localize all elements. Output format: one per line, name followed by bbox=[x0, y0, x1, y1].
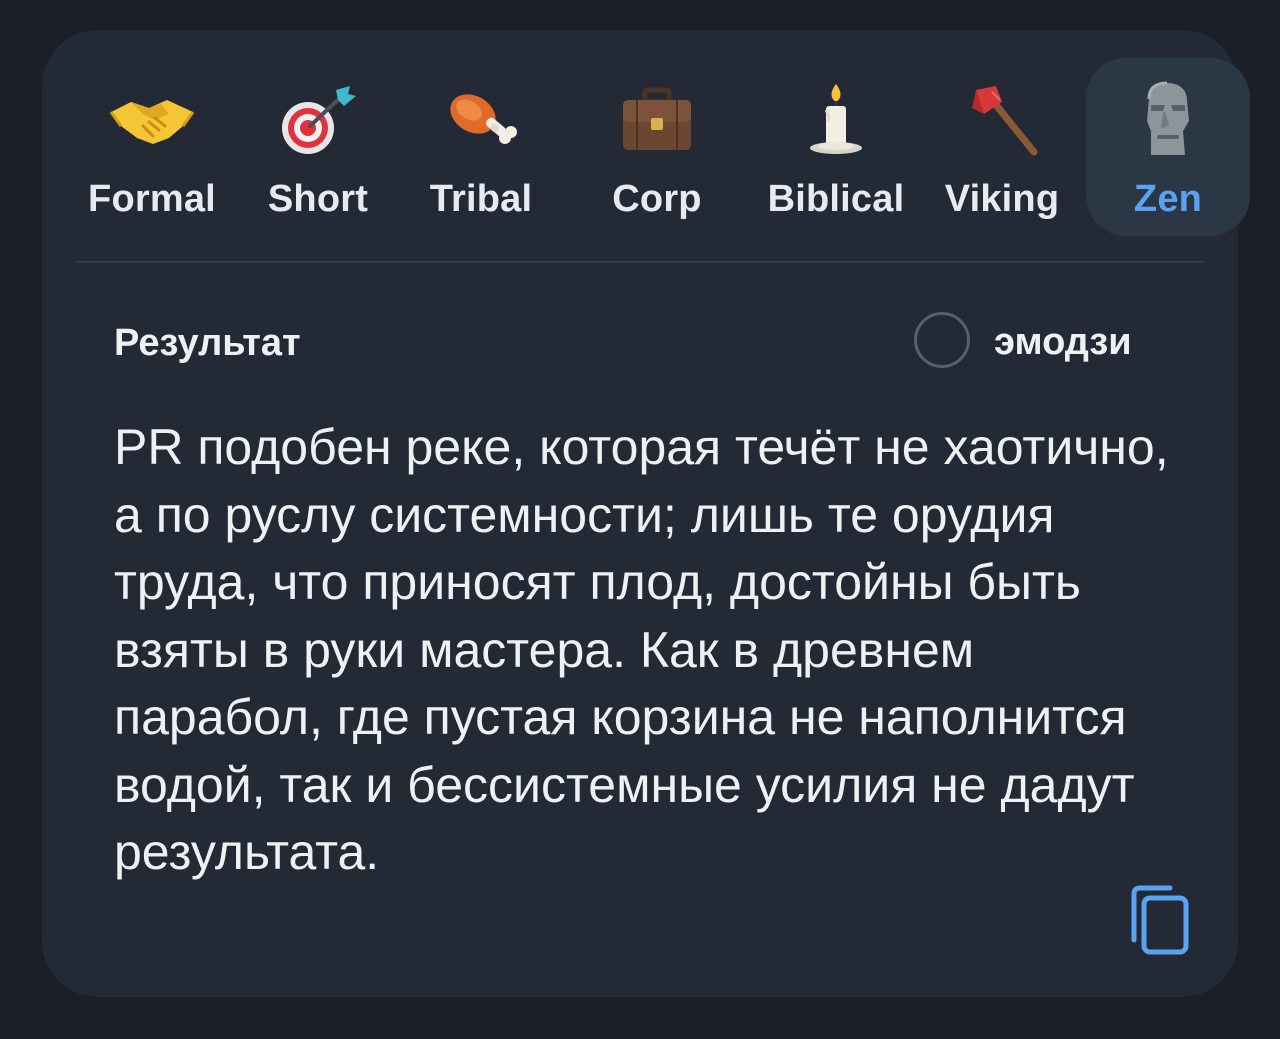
meat-on-bone-icon bbox=[416, 80, 546, 160]
tone-label: Viking bbox=[944, 178, 1060, 220]
tone-viking[interactable]: Viking bbox=[932, 58, 1072, 236]
emoji-radio[interactable] bbox=[914, 312, 970, 368]
tone-tribal[interactable]: Tribal bbox=[416, 58, 546, 236]
tone-biblical[interactable]: Biblical bbox=[756, 58, 916, 236]
tone-label: Biblical bbox=[767, 178, 905, 220]
copy-button[interactable] bbox=[1120, 880, 1200, 960]
briefcase-icon bbox=[592, 80, 722, 160]
moai-icon bbox=[1086, 80, 1250, 160]
emoji-toggle-label: эмодзи bbox=[994, 321, 1132, 363]
handshake-icon bbox=[76, 80, 228, 160]
tone-formal[interactable]: Formal bbox=[76, 58, 228, 236]
tone-card: Formal Short Tribal Corp Biblical Viking… bbox=[42, 30, 1250, 997]
target-icon bbox=[238, 80, 398, 160]
tone-label: Zen bbox=[1133, 178, 1203, 220]
tone-label: Formal bbox=[88, 178, 216, 220]
tone-short[interactable]: Short bbox=[238, 58, 398, 236]
copy-icon bbox=[1131, 885, 1189, 955]
candle-icon bbox=[756, 80, 916, 160]
tone-selector: Formal Short Tribal Corp Biblical Viking… bbox=[76, 58, 1250, 236]
tone-label: Corp bbox=[612, 178, 702, 220]
axe-icon bbox=[932, 80, 1072, 160]
tone-corp[interactable]: Corp bbox=[592, 58, 722, 236]
divider bbox=[76, 261, 1204, 263]
tone-zen[interactable]: Zen bbox=[1086, 58, 1250, 236]
tone-label: Tribal bbox=[429, 178, 533, 220]
result-text: PR подобен реке, которая течёт не хаотич… bbox=[114, 419, 1169, 880]
tone-label: Short bbox=[267, 178, 369, 220]
emoji-toggle[interactable]: эмодзи bbox=[912, 311, 1168, 379]
result-title: Результат bbox=[114, 322, 301, 364]
